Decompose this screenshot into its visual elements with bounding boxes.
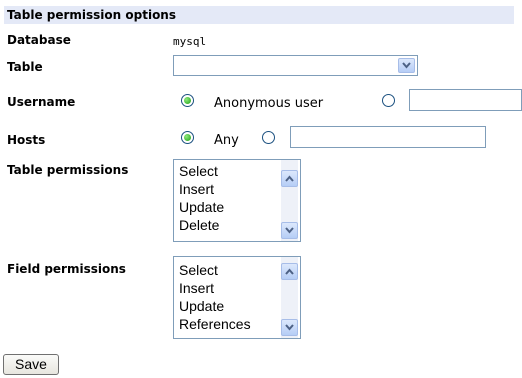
host-input[interactable] xyxy=(290,126,486,148)
list-item[interactable]: Select xyxy=(179,261,251,279)
list-item[interactable]: Insert xyxy=(179,180,224,198)
any-host-radio[interactable] xyxy=(181,131,194,144)
host-custom-radio[interactable] xyxy=(262,131,275,144)
table-permissions-label: Table permissions xyxy=(7,163,129,177)
field-permissions-list[interactable]: Select Insert Update References xyxy=(173,256,301,339)
list-item[interactable]: Update xyxy=(179,297,251,315)
chevron-down-icon[interactable] xyxy=(398,58,415,73)
section-title: Table permission options xyxy=(4,6,514,24)
any-host-label: Any xyxy=(214,133,239,148)
list-item[interactable]: Delete xyxy=(179,216,224,234)
list-item[interactable]: References xyxy=(179,315,251,333)
database-label: Database xyxy=(7,33,71,47)
scroll-up-icon[interactable] xyxy=(281,263,298,280)
anonymous-user-radio[interactable] xyxy=(181,94,194,107)
list-item[interactable]: Insert xyxy=(179,279,251,297)
list-item[interactable]: Update xyxy=(179,198,224,216)
field-permissions-label: Field permissions xyxy=(7,262,126,276)
username-custom-radio[interactable] xyxy=(382,94,395,107)
table-select[interactable] xyxy=(173,55,418,76)
username-label: Username xyxy=(7,95,76,109)
anonymous-user-label: Anonymous user xyxy=(214,96,324,111)
table-label: Table xyxy=(7,60,43,74)
table-permissions-list[interactable]: Select Insert Update Delete xyxy=(173,159,301,242)
username-input[interactable] xyxy=(409,89,522,111)
scroll-up-icon[interactable] xyxy=(281,170,298,187)
database-value: mysql xyxy=(173,35,207,48)
hosts-label: Hosts xyxy=(7,133,46,147)
save-button[interactable]: Save xyxy=(3,354,59,375)
scroll-down-icon[interactable] xyxy=(281,319,298,336)
scroll-down-icon[interactable] xyxy=(281,222,298,239)
list-item[interactable]: Select xyxy=(179,162,224,180)
